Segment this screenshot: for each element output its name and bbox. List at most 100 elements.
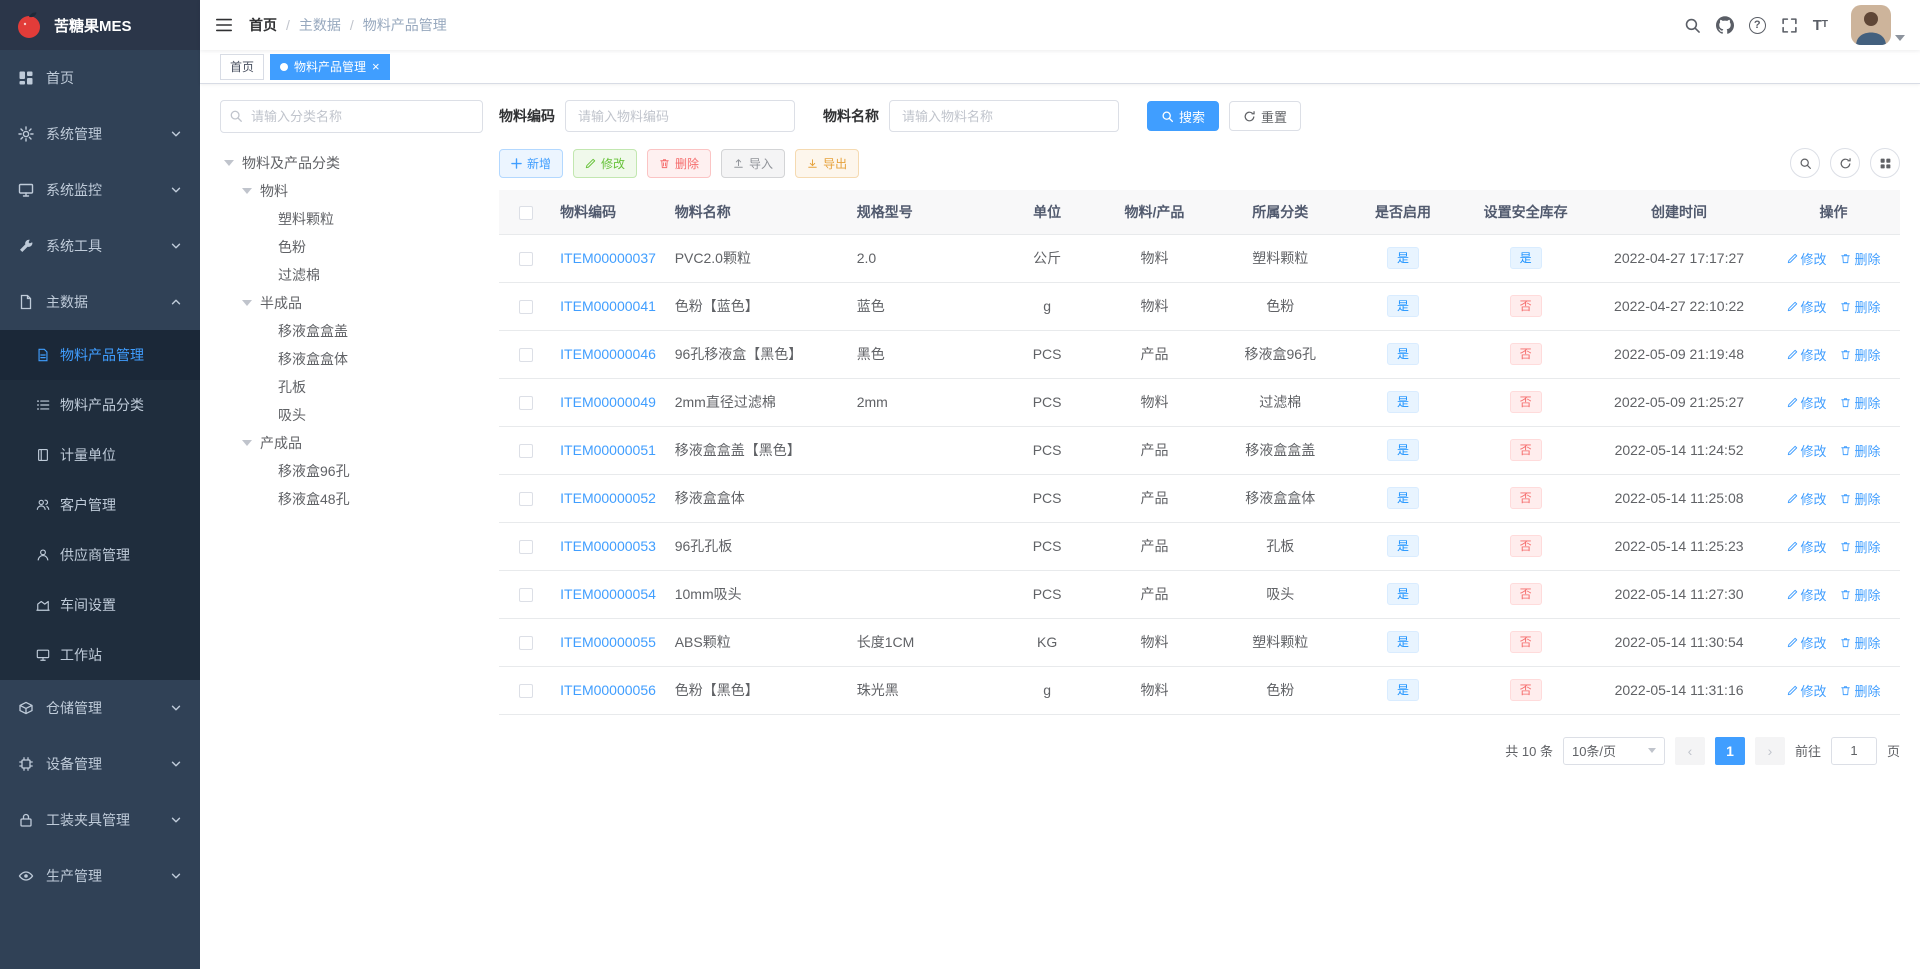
row-checkbox[interactable] <box>518 636 533 651</box>
edit-link[interactable]: 修改 <box>1787 345 1827 364</box>
export-button[interactable]: 导出 <box>795 148 860 178</box>
avatar[interactable] <box>1851 5 1891 45</box>
tree-node[interactable]: 移液盒96孔 <box>220 457 483 485</box>
table-row[interactable]: ITEM00000046 96孔移液盒【黑色】 黑色 PCS 产品 移液盒96孔… <box>499 330 1900 379</box>
caret-down-icon[interactable] <box>242 300 252 306</box>
font-size-icon[interactable]: TT <box>1813 18 1828 33</box>
tab-material-product-mgmt[interactable]: 物料产品管理 × <box>270 53 390 80</box>
edit-link[interactable]: 修改 <box>1787 633 1827 652</box>
sidebar-item-system-tools[interactable]: 系统工具 <box>0 218 200 274</box>
page-size-select[interactable]: 10条/页 <box>1562 736 1665 765</box>
table-row[interactable]: ITEM00000055 ABS颗粒 长度1CM KG 物料 塑料颗粒 是 否 … <box>499 618 1900 667</box>
sidebar-item-material-product-category[interactable]: 物料产品分类 <box>0 380 200 430</box>
next-page-button[interactable]: › <box>1754 736 1785 765</box>
search-button[interactable]: 搜索 <box>1147 101 1220 131</box>
tree-node[interactable]: 物料 <box>220 177 483 205</box>
tab-home[interactable]: 首页 <box>220 53 265 80</box>
delete-link[interactable]: 删除 <box>1840 585 1880 604</box>
delete-link[interactable]: 删除 <box>1840 249 1880 268</box>
table-row[interactable]: ITEM00000037 PVC2.0颗粒 2.0 公斤 物料 塑料颗粒 是 是… <box>499 234 1900 283</box>
tree-node[interactable]: 过滤棉 <box>220 261 483 289</box>
row-checkbox[interactable] <box>518 492 533 507</box>
sidebar-item-workshop-settings[interactable]: 车间设置 <box>0 580 200 630</box>
material-code-link[interactable]: ITEM00000052 <box>560 490 656 506</box>
sidebar-item-system-mgmt[interactable]: 系统管理 <box>0 106 200 162</box>
table-row[interactable]: ITEM00000053 96孔孔板 PCS 产品 孔板 是 否 2022-05… <box>499 522 1900 571</box>
sidebar-item-material-product-mgmt[interactable]: 物料产品管理 <box>0 330 200 380</box>
material-code-input[interactable] <box>565 100 795 132</box>
app-logo[interactable]: 苦糖果MES <box>0 0 200 50</box>
sidebar-item-customer-mgmt[interactable]: 客户管理 <box>0 480 200 530</box>
table-row[interactable]: ITEM00000052 移液盒盒体 PCS 产品 移液盒盒体 是 否 2022… <box>499 474 1900 523</box>
sidebar-item-measure-unit[interactable]: 计量单位 <box>0 430 200 480</box>
sidebar-item-tooling-fixture-mgmt[interactable]: 工装夹具管理 <box>0 792 200 848</box>
tree-node[interactable]: 孔板 <box>220 373 483 401</box>
hamburger-icon[interactable] <box>215 16 233 34</box>
sidebar-item-system-monitor[interactable]: 系统监控 <box>0 162 200 218</box>
tree-node[interactable]: 塑料颗粒 <box>220 205 483 233</box>
refresh-button[interactable] <box>1830 148 1860 178</box>
fullscreen-icon[interactable] <box>1781 17 1798 34</box>
add-button[interactable]: 新增 <box>499 148 564 178</box>
tree-node[interactable]: 半成品 <box>220 289 483 317</box>
material-code-link[interactable]: ITEM00000041 <box>560 298 656 314</box>
select-all-checkbox[interactable] <box>518 205 533 220</box>
delete-link[interactable]: 删除 <box>1840 681 1880 700</box>
edit-link[interactable]: 修改 <box>1787 681 1827 700</box>
table-row[interactable]: ITEM00000056 色粉【黑色】 珠光黑 g 物料 色粉 是 否 2022… <box>499 666 1900 715</box>
material-code-link[interactable]: ITEM00000054 <box>560 586 656 602</box>
delete-link[interactable]: 删除 <box>1840 393 1880 412</box>
sidebar-item-home[interactable]: 首页 <box>0 50 200 106</box>
material-code-link[interactable]: ITEM00000055 <box>560 634 656 650</box>
material-code-link[interactable]: ITEM00000049 <box>560 394 656 410</box>
tree-node[interactable]: 移液盒盒盖 <box>220 317 483 345</box>
goto-page-input[interactable] <box>1830 736 1877 765</box>
row-checkbox[interactable] <box>518 588 533 603</box>
row-checkbox[interactable] <box>518 684 533 699</box>
prev-page-button[interactable]: ‹ <box>1674 736 1705 765</box>
row-checkbox[interactable] <box>518 540 533 555</box>
table-row[interactable]: ITEM00000049 2mm直径过滤棉 2mm PCS 物料 过滤棉 是 否… <box>499 378 1900 427</box>
table-row[interactable]: ITEM00000054 10mm吸头 PCS 产品 吸头 是 否 2022-0… <box>499 570 1900 619</box>
edit-link[interactable]: 修改 <box>1787 537 1827 556</box>
delete-link[interactable]: 删除 <box>1840 537 1880 556</box>
edit-link[interactable]: 修改 <box>1787 441 1827 460</box>
material-code-link[interactable]: ITEM00000051 <box>560 442 656 458</box>
delete-button[interactable]: 删除 <box>647 148 712 178</box>
edit-link[interactable]: 修改 <box>1787 249 1827 268</box>
caret-down-icon[interactable] <box>224 160 234 166</box>
category-search-input[interactable] <box>220 100 483 133</box>
reset-button[interactable]: 重置 <box>1229 101 1302 131</box>
sidebar-item-equipment-mgmt[interactable]: 设备管理 <box>0 736 200 792</box>
tree-node[interactable]: 移液盒48孔 <box>220 485 483 513</box>
sidebar-item-master-data[interactable]: 主数据 <box>0 274 200 330</box>
tree-node[interactable]: 物料及产品分类 <box>220 149 483 177</box>
edit-link[interactable]: 修改 <box>1787 393 1827 412</box>
github-icon[interactable] <box>1715 16 1734 34</box>
delete-link[interactable]: 删除 <box>1840 345 1880 364</box>
sidebar-item-workstation[interactable]: 工作站 <box>0 630 200 680</box>
columns-toggle-button[interactable] <box>1870 148 1900 178</box>
help-icon[interactable]: ? <box>1748 16 1766 34</box>
import-button[interactable]: 导入 <box>721 148 786 178</box>
material-name-input[interactable] <box>889 100 1119 132</box>
row-checkbox[interactable] <box>518 396 533 411</box>
material-code-link[interactable]: ITEM00000056 <box>560 682 656 698</box>
edit-link[interactable]: 修改 <box>1787 297 1827 316</box>
delete-link[interactable]: 删除 <box>1840 297 1880 316</box>
search-icon[interactable] <box>1684 17 1701 34</box>
edit-link[interactable]: 修改 <box>1787 489 1827 508</box>
sidebar-item-production-mgmt[interactable]: 生产管理 <box>0 848 200 904</box>
delete-link[interactable]: 删除 <box>1840 441 1880 460</box>
tree-node[interactable]: 色粉 <box>220 233 483 261</box>
tree-node[interactable]: 吸头 <box>220 401 483 429</box>
user-menu[interactable] <box>1851 5 1905 45</box>
delete-link[interactable]: 删除 <box>1840 633 1880 652</box>
table-row[interactable]: ITEM00000041 色粉【蓝色】 蓝色 g 物料 色粉 是 否 2022-… <box>499 282 1900 331</box>
caret-down-icon[interactable] <box>242 188 252 194</box>
caret-down-icon[interactable] <box>242 440 252 446</box>
row-checkbox[interactable] <box>518 252 533 267</box>
edit-button[interactable]: 修改 <box>573 148 638 178</box>
row-checkbox[interactable] <box>518 348 533 363</box>
toggle-search-button[interactable] <box>1790 148 1820 178</box>
